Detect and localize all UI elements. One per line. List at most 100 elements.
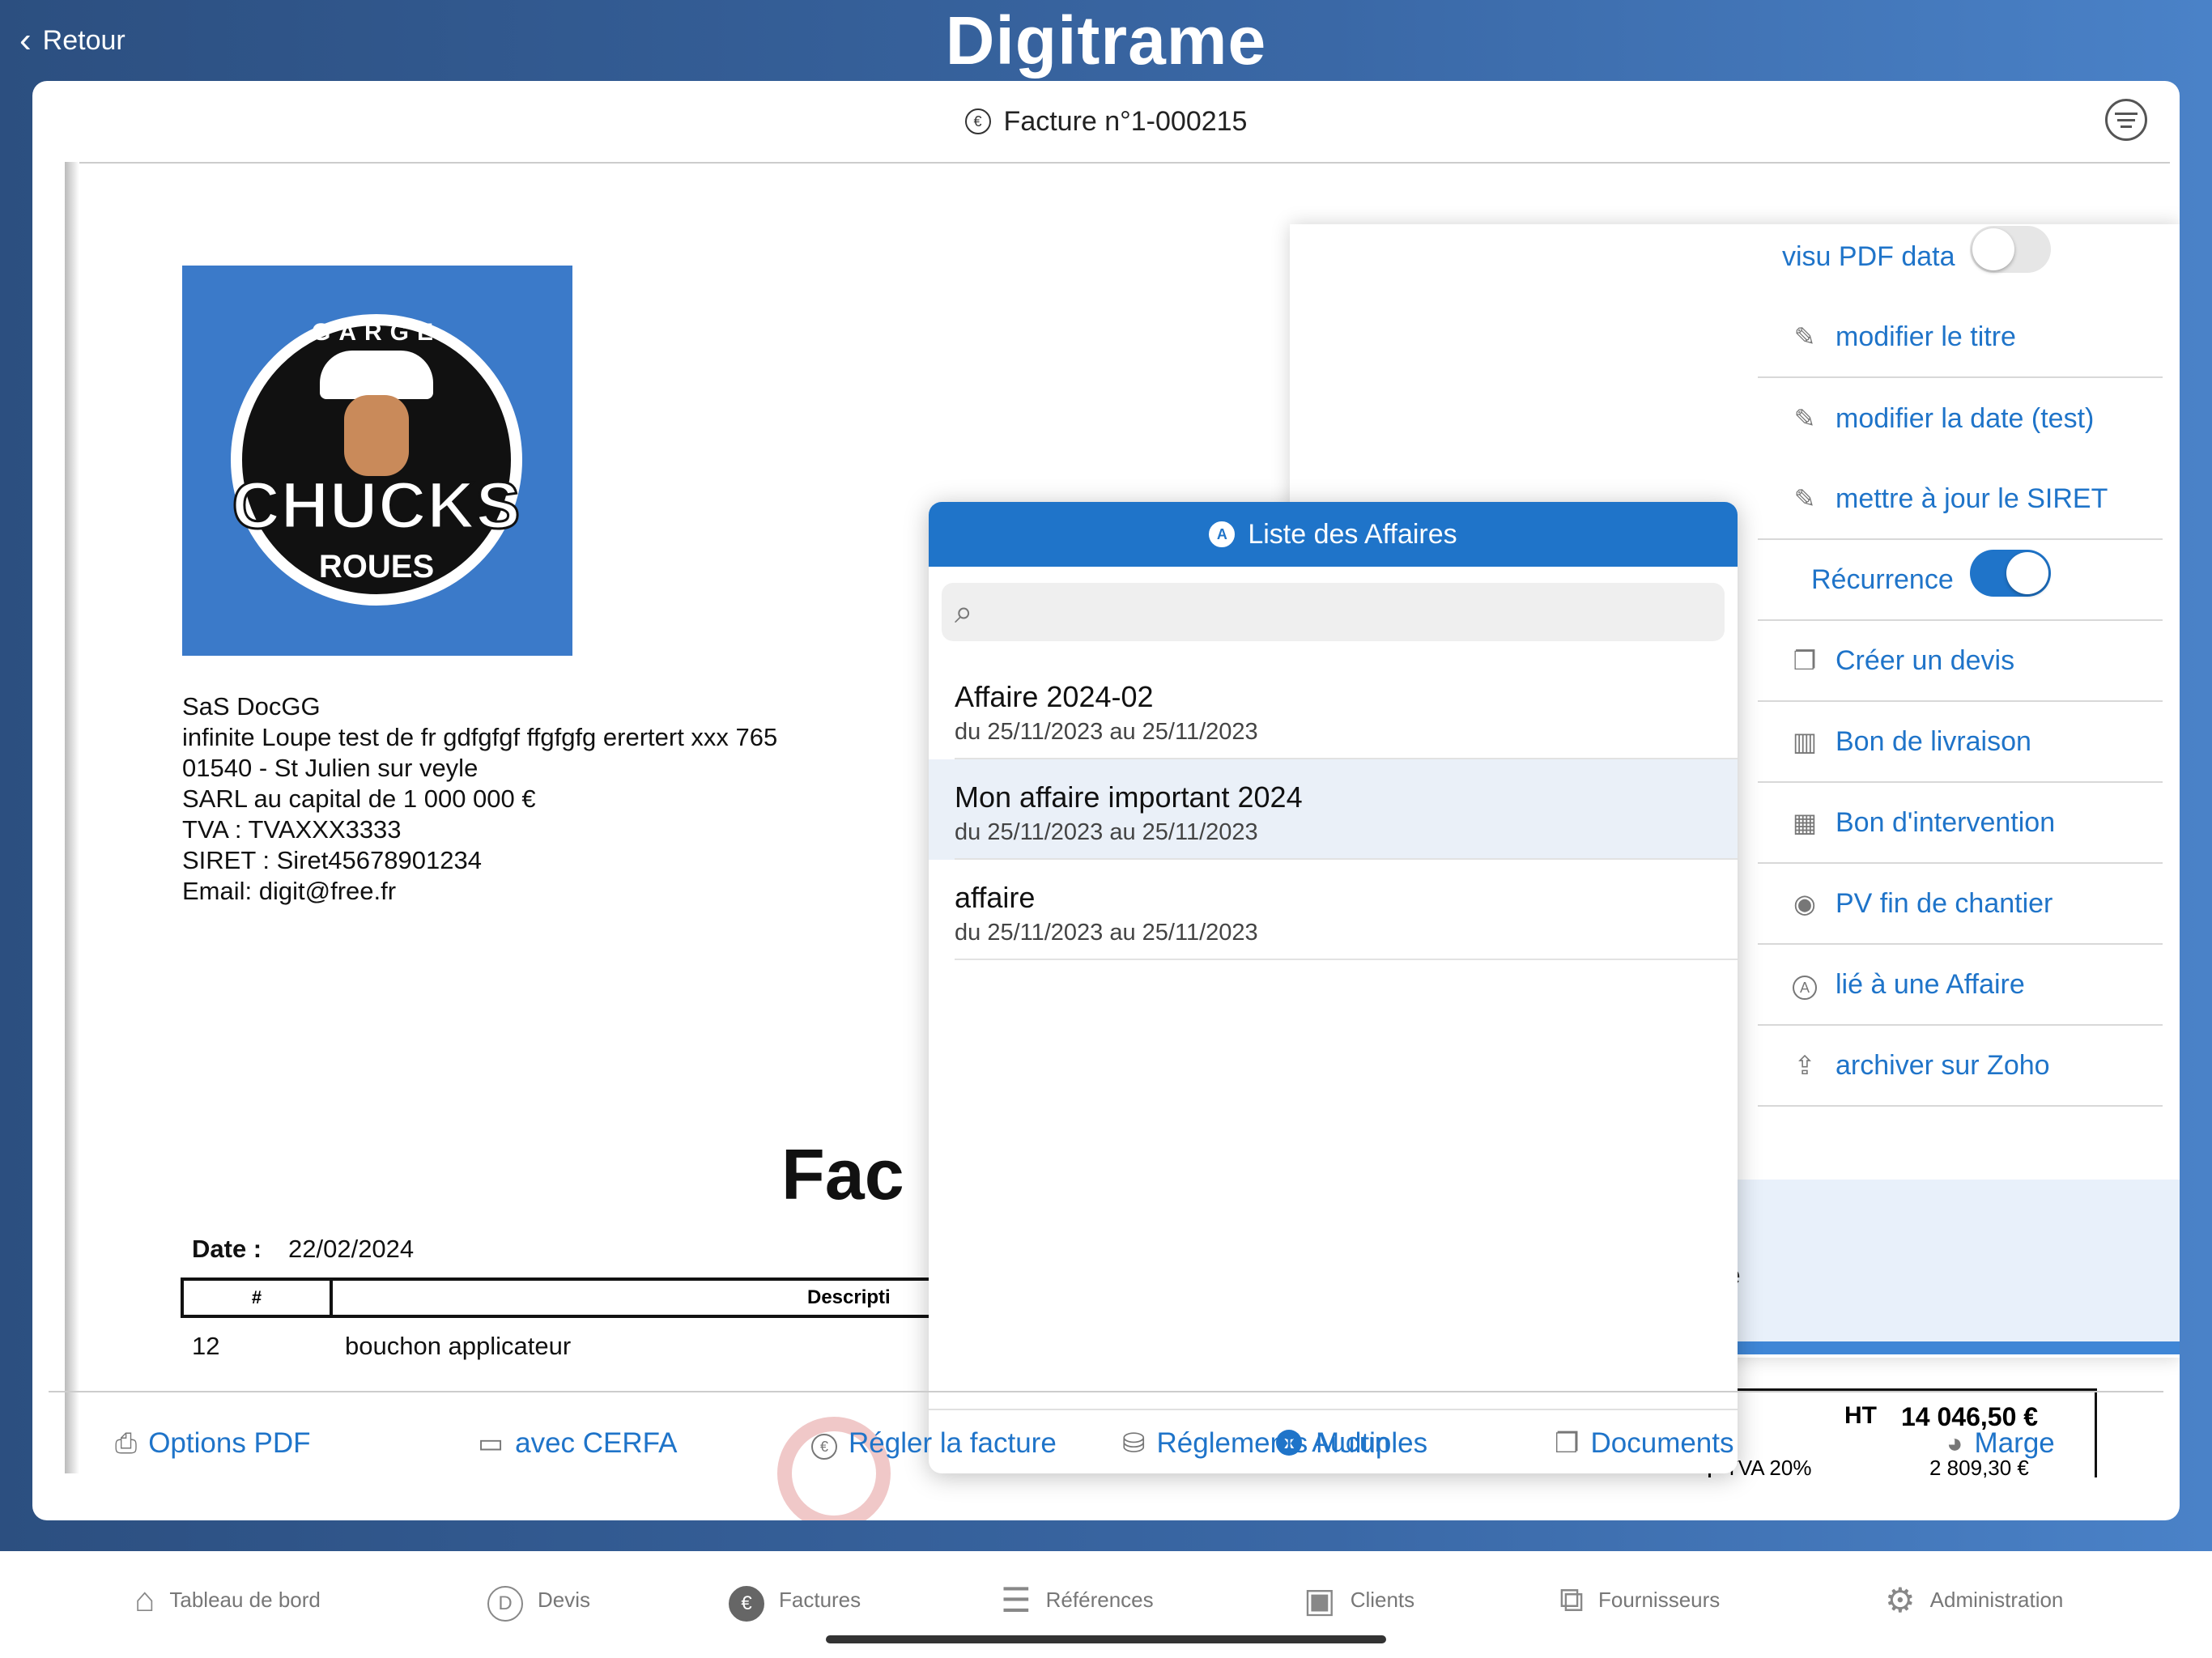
invoice-card: € Facture n°1-000215 GARGE CHUCKS ROUES … <box>32 81 2180 1520</box>
company-capital: SARL au capital de 1 000 000 € <box>182 784 536 813</box>
menu-item-label: modifier le titre <box>1836 321 2016 352</box>
menu-item-recurrence[interactable]: Récurrence <box>1758 540 2163 621</box>
search-input[interactable]: ⌕ <box>942 583 1725 641</box>
regler-facture-button[interactable]: € Régler la facture <box>811 1415 1057 1472</box>
popover-header: A Liste des Affaires <box>929 502 1738 567</box>
menu-item-label: visu PDF data <box>1782 240 1955 272</box>
menu-item-label: Bon d'intervention <box>1836 806 2056 838</box>
pencil-icon: ✎ <box>1793 322 1816 351</box>
menu-item-label: archiver sur Zoho <box>1836 1049 2050 1081</box>
options-menu-button[interactable] <box>2105 99 2147 141</box>
action-label: Réglements Multiples <box>1156 1427 1428 1459</box>
inbox-icon: ⎙ <box>115 1427 138 1459</box>
search-icon: ⌕ <box>955 594 973 630</box>
company-name: SaS DocGG <box>182 692 321 721</box>
tab-label: Clients <box>1350 1587 1415 1612</box>
menu-item-label: Récurrence <box>1811 563 1954 595</box>
menu-item-modifier-date[interactable]: ✎ modifier la date (test) <box>1758 378 2163 459</box>
euro-circle-icon: € <box>811 1427 837 1460</box>
tab-administration[interactable]: ⚙ Administration <box>1885 1575 2063 1624</box>
coins-icon: ⛁ <box>1122 1428 1146 1459</box>
logo-sub-text: ROUES <box>318 549 435 585</box>
list-item[interactable]: Affaire 2024-02 du 25/11/2023 au 25/11/2… <box>929 659 1738 759</box>
euro-circle-icon: € <box>729 1579 764 1622</box>
invoice-title: Facture n°1-000215 <box>1003 105 1248 137</box>
company-siret: SIRET : Siret45678901234 <box>182 846 482 874</box>
menu-item-label: PV fin de chantier <box>1836 887 2053 919</box>
affaire-dates: du 25/11/2023 au 25/11/2023 <box>955 920 1258 946</box>
home-indicator <box>826 1635 1386 1643</box>
circle-doc-icon: ◉ <box>1793 889 1816 918</box>
tab-fournisseurs[interactable]: ⧉ Fournisseurs <box>1559 1575 1720 1624</box>
menu-item-modifier-titre[interactable]: ✎ modifier le titre <box>1758 297 2163 378</box>
company-tva: TVA : TVAXXX3333 <box>182 815 402 844</box>
documents-icon: ❐ <box>1555 1428 1580 1459</box>
list-item[interactable]: Mon affaire important 2024 du 25/11/2023… <box>929 759 1738 860</box>
date-label: Date : <box>192 1235 262 1263</box>
company-city: 01540 - St Julien sur veyle <box>182 754 479 782</box>
home-icon: ⌂ <box>134 1580 155 1618</box>
recurrence-toggle[interactable] <box>1970 550 2051 597</box>
line-item-description: bouchon applicateur <box>345 1332 572 1360</box>
tab-references[interactable]: ☰ Références <box>1001 1575 1154 1624</box>
avec-cerfa-button[interactable]: ▭ avec CERFA <box>478 1415 677 1472</box>
pencil-icon: ✎ <box>1793 404 1816 433</box>
menu-item-creer-devis[interactable]: ❐ Créer un devis <box>1758 621 2163 702</box>
menu-item-label: modifier la date (test) <box>1836 402 2095 434</box>
tab-label: Factures <box>779 1587 861 1612</box>
logo-main-text: CHUCKS <box>231 468 521 544</box>
a-circle-icon: A <box>1790 969 1819 1001</box>
menu-item-archiver-zoho[interactable]: ⇪ archiver sur Zoho <box>1758 1026 2163 1107</box>
tab-clients[interactable]: ▣ Clients <box>1304 1575 1414 1624</box>
visu-pdf-toggle[interactable] <box>1970 226 2051 273</box>
company-email: Email: digit@free.fr <box>182 877 397 905</box>
person-icon: ▣ <box>1304 1580 1336 1619</box>
tab-label: Tableau de bord <box>169 1587 321 1612</box>
calendar-icon: ▦ <box>1792 808 1818 837</box>
affaire-dates: du 25/11/2023 au 25/11/2023 <box>955 719 1258 745</box>
reglements-multiples-button[interactable]: ⛁ Réglements Multiples <box>1122 1415 1427 1472</box>
total-ht-label: HT <box>1844 1402 1877 1429</box>
menu-item-visu-pdf[interactable]: visu PDF data <box>1758 216 2163 297</box>
page-title: € Facture n°1-000215 <box>32 97 2180 146</box>
action-label: Régler la facture <box>849 1427 1057 1459</box>
menu-item-bon-intervention[interactable]: ▦ Bon d'intervention <box>1758 783 2163 864</box>
sliders-icon: ⚙ <box>1885 1580 1916 1619</box>
affaire-dates: du 25/11/2023 au 25/11/2023 <box>955 819 1258 845</box>
tab-tableau-de-bord[interactable]: ⌂ Tableau de bord <box>134 1575 321 1624</box>
menu-item-lie-affaire[interactable]: A lié à une Affaire <box>1758 945 2163 1026</box>
list-item[interactable]: affaire du 25/11/2023 au 25/11/2023 <box>929 860 1738 960</box>
company-logo: GARGE CHUCKS ROUES <box>182 266 572 656</box>
date-value: 22/02/2024 <box>288 1235 415 1263</box>
action-label: avec CERFA <box>515 1427 678 1459</box>
tab-label: Références <box>1045 1587 1154 1612</box>
logo-top-text: GARGE <box>311 319 441 346</box>
tab-label: Devis <box>538 1587 591 1612</box>
app-logo: Digitrame <box>945 2 1267 79</box>
d-circle-icon: D <box>487 1579 523 1622</box>
affaire-title: Mon affaire important 2024 <box>955 780 1303 814</box>
face-icon <box>344 395 409 476</box>
menu-item-siret[interactable]: ✎ mettre à jour le SIRET <box>1758 459 2163 540</box>
action-label: Options PDF <box>148 1427 311 1459</box>
menu-footer-area: te <box>1719 1180 2180 1354</box>
affaire-title: affaire <box>955 881 1036 914</box>
documents-button[interactable]: ❐ Documents <box>1555 1415 1734 1472</box>
tva-label: TVA 20% <box>1725 1456 1812 1480</box>
tab-label: Administration <box>1929 1587 2064 1612</box>
menu-item-label: mettre à jour le SIRET <box>1836 483 2108 514</box>
menu-item-label: Bon de livraison <box>1836 725 2031 757</box>
menu-item-bon-livraison[interactable]: ▥ Bon de livraison <box>1758 702 2163 783</box>
action-label: Documents <box>1590 1427 1734 1459</box>
tab-label: Fournisseurs <box>1598 1587 1721 1612</box>
tab-devis[interactable]: D Devis <box>487 1575 590 1624</box>
pdf-edge <box>65 162 79 1473</box>
menu-item-pv-fin-chantier[interactable]: ◉ PV fin de chantier <box>1758 864 2163 945</box>
menu-item-label: lié à une Affaire <box>1836 968 2025 1000</box>
options-pdf-button[interactable]: ⎙ Options PDF <box>115 1415 311 1472</box>
marge-button[interactable]: ◕ Marge <box>1946 1415 2055 1472</box>
column-description: Descripti <box>807 1286 891 1308</box>
affaire-title: Affaire 2024-02 <box>955 680 1154 713</box>
popover-title: Liste des Affaires <box>1248 518 1457 550</box>
tab-factures[interactable]: € Factures <box>729 1575 861 1624</box>
